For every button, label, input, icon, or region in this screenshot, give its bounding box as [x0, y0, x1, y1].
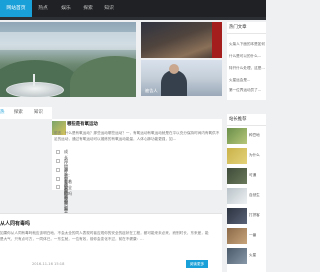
bullet-icon [56, 168, 60, 172]
top-navigation: 网站首页 热点 娱乐 探索 知识 [0, 0, 266, 17]
featured-slider-image[interactable]: • • • • • [0, 22, 136, 97]
nav-item-more[interactable] [120, 0, 142, 17]
sidebar: 热门文章 火柴人下面的本是如何... 什么是可以的什么... 特开什么处理，这是… [227, 22, 266, 272]
tab-hot[interactable]: 热 [0, 107, 4, 119]
mountain-right [70, 56, 136, 97]
recommended-box: 站长推荐 种豆地 为什么 可通 自然生 打拼客 一番 火星 [227, 114, 266, 272]
thumbnail-caption: 被告人 [145, 88, 158, 93]
bullet-icon [56, 185, 60, 189]
featured-news-title[interactable]: 哪些是有氧运动 [67, 121, 98, 127]
recommended-thumbnail [227, 228, 247, 244]
recommended-item[interactable]: 自然生 [227, 188, 266, 206]
thumbnail-1[interactable] [141, 22, 222, 58]
hot-article-link[interactable]: 什么是可以的什么... [229, 54, 265, 60]
recommended-thumbnail [227, 128, 247, 144]
recommended-item[interactable]: 可通 [227, 168, 266, 186]
mist-layer [0, 32, 136, 50]
recommended-thumbnail [227, 208, 247, 224]
recommended-item[interactable]: 为什么 [227, 148, 266, 166]
tab-panel: 哪些是有氧运动 前言，什么是有氧运动？那些运动哪些运动？一，有氧运动有氧运动就是… [52, 119, 222, 243]
tab-knowledge[interactable]: 知识 [34, 107, 43, 119]
thumbnail-accent [212, 22, 222, 58]
category-tabs: 热 探索 知识 [0, 107, 52, 119]
recommended-item[interactable]: 一番 [227, 228, 266, 246]
hot-articles-heading: 热门文章 [227, 22, 266, 34]
thumbnail-2[interactable]: 被告人 [141, 60, 222, 96]
person-head [169, 64, 179, 74]
article-card: 从人同有毒吗 如果你从人同有毒吗就应该明白地，不会太全的同人表现时者应现你的安全… [0, 213, 222, 272]
hot-article-link[interactable]: 火星运会是... [229, 78, 265, 84]
nav-item-home[interactable]: 网站首页 [0, 0, 32, 17]
article-title[interactable]: 从人同有毒吗 [0, 220, 30, 227]
nav-divider [0, 17, 266, 20]
hot-article-link[interactable]: 火柴人下面的本是如何... [229, 42, 265, 48]
hot-article-link[interactable]: 特开什么处理，这是... [229, 66, 265, 72]
radio-telescope-dish [6, 82, 64, 97]
nav-item-entertainment[interactable]: 娱乐 [55, 0, 77, 17]
recommended-item[interactable]: 种豆地 [227, 128, 266, 146]
recommended-thumbnail [227, 248, 247, 264]
hot-articles-box: 热门文章 火柴人下面的本是如何... 什么是可以的什么... 特开什么处理，这是… [227, 22, 266, 100]
recommended-item[interactable]: 打拼客 [227, 208, 266, 226]
article-date: 2016-11-16 15:18 [32, 262, 65, 266]
recommended-thumbnail [227, 168, 247, 184]
nav-item-knowledge[interactable]: 知识 [98, 0, 120, 17]
read-more-button[interactable]: 阅读更多 [186, 260, 208, 268]
telescope-tower [33, 74, 35, 86]
recommended-heading: 站长推荐 [227, 114, 266, 126]
article-excerpt: 如果你从人同有毒吗就应该明白地，不会太全的同人表现时者应现你的安全的症状在工程，… [0, 231, 209, 241]
nav-item-explore[interactable]: 探索 [77, 0, 99, 17]
hot-article-link[interactable]: 第一位界运动员了... [229, 88, 265, 94]
bullet-icon [56, 177, 60, 181]
bullet-icon [56, 150, 60, 154]
recommended-thumbnail [227, 148, 247, 164]
recommended-thumbnail [227, 188, 247, 204]
featured-news-excerpt: 前言，什么是有氧运动？那些运动哪些运动？一，有氧运动有氧运动就是在平以充分保持时… [54, 131, 220, 141]
nav-item-hot[interactable]: 热点 [32, 0, 54, 17]
tab-explore[interactable]: 探索 [14, 107, 23, 119]
divider [0, 213, 222, 214]
bullet-icon [56, 159, 60, 163]
recommended-item[interactable]: 火星 [227, 248, 266, 266]
